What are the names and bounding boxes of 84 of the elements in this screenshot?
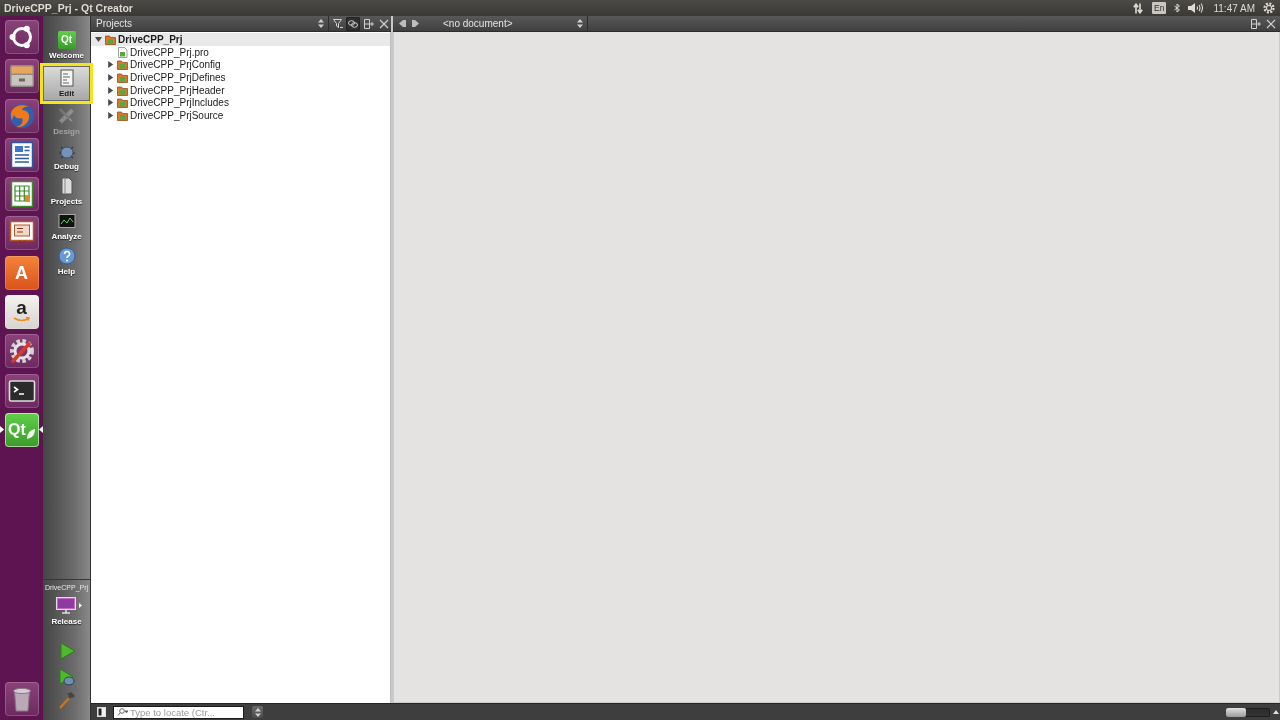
mode-button[interactable]: Debug bbox=[43, 139, 90, 174]
sidebar-toggle-button[interactable] bbox=[95, 706, 107, 718]
collapsed-arrow-icon[interactable] bbox=[107, 86, 114, 94]
split-button[interactable] bbox=[1248, 16, 1263, 31]
view-selector[interactable]: Projects bbox=[91, 16, 329, 31]
close-icon bbox=[1266, 18, 1276, 29]
link-button[interactable] bbox=[346, 16, 360, 31]
collapsed-arrow-icon[interactable] bbox=[107, 99, 114, 107]
mode-button[interactable]: Analyze bbox=[43, 209, 90, 244]
debug-run-button[interactable] bbox=[57, 668, 76, 686]
split-button[interactable] bbox=[361, 16, 376, 31]
clock[interactable]: 11:47 AM bbox=[1213, 2, 1255, 14]
tree-item[interactable]: DriveCPP_Prj.pro bbox=[91, 45, 390, 59]
filter-icon bbox=[332, 18, 343, 29]
logo: Qt bbox=[57, 31, 76, 49]
folder-icon bbox=[117, 84, 128, 96]
up-arrow-icon[interactable] bbox=[1273, 710, 1279, 714]
launcher-app-button[interactable] bbox=[4, 216, 39, 251]
chart-monitor-icon bbox=[57, 212, 76, 230]
smile-arrow-icon bbox=[12, 317, 31, 324]
folder-icon bbox=[117, 71, 128, 83]
folder-icon bbox=[105, 33, 116, 45]
collapsed-arrow-icon[interactable] bbox=[107, 111, 114, 119]
document-selector[interactable]: <no document> bbox=[431, 16, 588, 31]
help-icon bbox=[57, 247, 76, 265]
folder-icon bbox=[117, 59, 128, 71]
volume-icon[interactable] bbox=[1188, 3, 1205, 13]
split-icon bbox=[363, 18, 374, 29]
presentation-icon bbox=[7, 219, 36, 248]
play-icon bbox=[57, 642, 76, 660]
launcher-trash-button[interactable] bbox=[4, 682, 39, 716]
run-button[interactable] bbox=[57, 642, 76, 660]
gear-icon[interactable] bbox=[1263, 2, 1275, 14]
folder-icon bbox=[117, 97, 128, 109]
up-down-caret-icon bbox=[318, 19, 324, 28]
split-icon bbox=[1250, 18, 1261, 29]
filter-button[interactable] bbox=[330, 16, 345, 31]
locator-options-button[interactable] bbox=[252, 706, 263, 718]
document-lines-icon bbox=[57, 69, 76, 87]
launcher-app-button[interactable] bbox=[4, 177, 39, 212]
tree-item[interactable]: DriveCPP_PrjHeader bbox=[91, 83, 390, 97]
monitor-icon bbox=[55, 597, 76, 614]
mode-button[interactable]: Help bbox=[43, 244, 90, 279]
bluetooth-icon[interactable] bbox=[1174, 3, 1181, 13]
launcher-app-button[interactable] bbox=[4, 137, 39, 172]
search-icon bbox=[117, 708, 128, 716]
tree-item[interactable]: DriveCPP_Prj bbox=[91, 33, 390, 46]
launcher-app-button[interactable] bbox=[4, 59, 39, 94]
small-arrow-icon bbox=[78, 603, 82, 608]
keyboard-layout-indicator[interactable]: En bbox=[1152, 2, 1167, 14]
locator-field[interactable]: Type to locate (Ctr... bbox=[113, 705, 244, 719]
link-icon bbox=[348, 18, 358, 29]
tree-item[interactable]: DriveCPP_PrjConfig bbox=[91, 58, 390, 72]
launcher-app-button[interactable]: a bbox=[4, 295, 39, 330]
up-down-caret-icon bbox=[254, 707, 261, 717]
build-button[interactable] bbox=[57, 691, 76, 709]
launcher-app-button[interactable] bbox=[4, 20, 39, 54]
forward-arrow-icon bbox=[411, 20, 419, 27]
launcher-app-button[interactable] bbox=[4, 373, 39, 408]
launcher-app-button[interactable] bbox=[4, 334, 39, 369]
collapsed-arrow-icon[interactable] bbox=[107, 73, 114, 81]
pencil-ruler-icon bbox=[57, 107, 76, 125]
mode-button[interactable]: Qt Welcome bbox=[43, 28, 90, 63]
back-arrow-icon bbox=[398, 20, 406, 27]
close-icon bbox=[379, 18, 389, 29]
sidebar-icon bbox=[96, 707, 106, 717]
leaf-icon bbox=[26, 428, 35, 439]
expanded-arrow-icon[interactable] bbox=[95, 35, 102, 43]
hammer-icon bbox=[57, 691, 76, 709]
up-down-caret-icon bbox=[577, 19, 583, 28]
file-icon bbox=[117, 46, 128, 58]
window-title: DriveCPP_Prj - Qt Creator bbox=[4, 2, 133, 14]
gear-wrench-icon bbox=[7, 337, 36, 366]
folder-icon bbox=[117, 109, 128, 121]
mode-button[interactable]: Edit bbox=[40, 63, 93, 104]
globe-icon bbox=[7, 101, 36, 130]
tree-item[interactable]: DriveCPP_PrjDefines bbox=[91, 71, 390, 84]
tree-item[interactable]: DriveCPP_PrjSource bbox=[91, 109, 390, 122]
progress-toggle[interactable] bbox=[1226, 707, 1270, 717]
tree-item[interactable]: DriveCPP_PrjIncludes bbox=[91, 96, 390, 110]
play-bug-icon bbox=[57, 668, 76, 686]
mode-button[interactable]: Projects bbox=[43, 174, 90, 209]
up-down-arrows-icon[interactable] bbox=[1133, 2, 1144, 14]
collapsed-arrow-icon[interactable] bbox=[107, 61, 114, 69]
